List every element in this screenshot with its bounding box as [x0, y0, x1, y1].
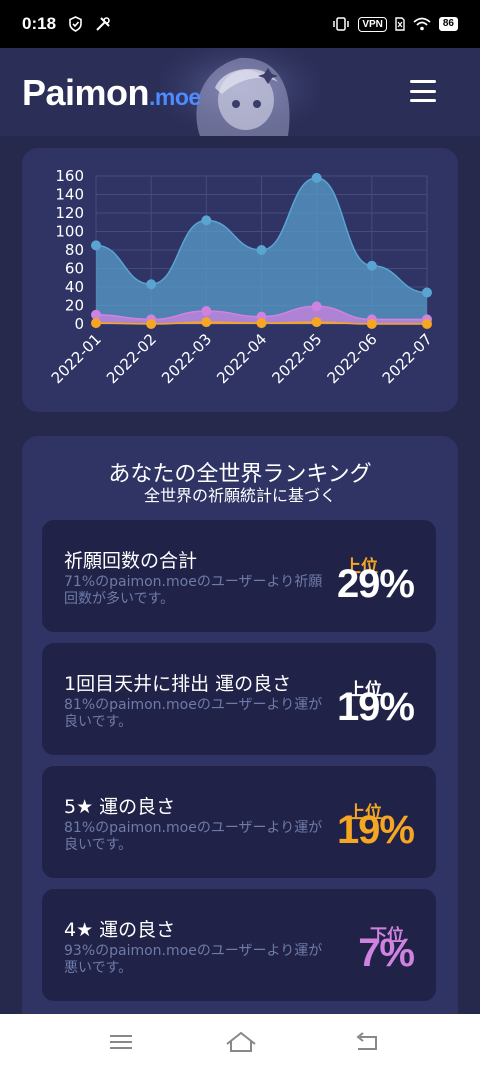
tools-icon [95, 16, 111, 32]
rank-item-label: 4★ 運の良さ [64, 919, 176, 941]
hamburger-menu-icon[interactable] [410, 80, 436, 102]
data-point [146, 319, 157, 329]
x-tick-label: 2022-04 [213, 330, 270, 387]
data-point [91, 318, 101, 329]
battery-icon: 86 [438, 17, 458, 31]
rank-item-percent: 19% [336, 808, 415, 852]
sim-icon [395, 17, 405, 31]
rank-item-desc: 71%のpaimon.moeのユーザーより祈願回数が多いです。 [64, 574, 323, 607]
data-point [311, 301, 322, 312]
rank-item-percent: 19% [336, 685, 415, 729]
shield-check-icon [68, 16, 83, 32]
rank-item-desc: 81%のpaimon.moeのユーザーより運が良いです。 [64, 697, 323, 730]
x-tick-label: 2022-02 [103, 330, 160, 387]
y-tick-label: 20 [65, 297, 84, 315]
rank-item-label: 5★ 運の良さ [64, 796, 176, 818]
ranking-subtitle: 全世界の祈願統計に基づく [143, 486, 336, 505]
logo-main: Paimon [22, 72, 150, 113]
app-header: Paimon.moe [0, 48, 480, 136]
data-point [201, 306, 212, 317]
data-point [422, 319, 432, 329]
vibrate-icon [332, 17, 350, 31]
rank-item-percent: 7% [358, 931, 415, 975]
chart-svg: 0204060801001201401602022-012022-022022-… [48, 167, 436, 387]
y-tick-label: 60 [65, 260, 84, 278]
data-point [422, 287, 432, 298]
logo-suffix: .moe [149, 84, 201, 110]
back-icon[interactable] [352, 1028, 382, 1056]
y-tick-label: 100 [55, 223, 84, 241]
app-logo[interactable]: Paimon.moe [22, 72, 201, 114]
rank-item-total-wishes: 祈願回数の合計 71%のpaimon.moeのユーザーより祈願回数が多いです。 … [42, 520, 436, 632]
y-tick-label: 80 [65, 241, 84, 259]
data-point [201, 215, 212, 226]
rank-item-label: 祈願回数の合計 [64, 550, 198, 572]
x-tick-label: 2022-03 [158, 330, 215, 387]
wifi-icon [413, 17, 431, 31]
data-point [256, 318, 267, 329]
ranking-card: あなたの全世界ランキング 全世界の祈願統計に基づく 祈願回数の合計 71%のpa… [22, 436, 458, 1036]
x-tick-label: 2022-01 [48, 330, 105, 387]
y-tick-label: 140 [55, 186, 84, 204]
recent-apps-icon[interactable] [106, 1028, 136, 1056]
rank-item-4star-luck: 4★ 運の良さ 93%のpaimon.moeのユーザーより運が悪いです。 下位 … [42, 889, 436, 1001]
data-point [256, 245, 267, 255]
data-point [366, 319, 377, 329]
rank-item-percent: 29% [336, 562, 415, 606]
y-tick-label: 160 [55, 167, 84, 185]
data-point [366, 260, 377, 271]
rank-item-desc: 93%のpaimon.moeのユーザーより運が悪いです。 [64, 943, 323, 976]
status-time: 0:18 [22, 14, 57, 33]
home-icon[interactable] [224, 1028, 258, 1056]
data-point [201, 317, 212, 328]
data-point [311, 172, 322, 183]
data-point [91, 309, 101, 320]
data-point [311, 317, 322, 328]
data-point [146, 279, 157, 290]
data-point [91, 240, 101, 251]
y-tick-label: 0 [74, 315, 84, 333]
y-tick-label: 120 [55, 204, 84, 222]
x-tick-label: 2022-05 [268, 330, 325, 387]
rank-item-5star-luck: 5★ 運の良さ 81%のpaimon.moeのユーザーより運が良いです。 上位 … [42, 766, 436, 878]
wish-history-chart: 0 20 40 60 80 100 120 140 160 2022-01 2022-02 2022-… [22, 148, 458, 412]
status-bar: 0:18 VPN 86 [0, 0, 480, 48]
y-tick-label: 40 [65, 278, 84, 296]
rank-item-label: 1回目天井に排出 運の良さ [64, 673, 292, 695]
system-nav-bar [0, 1014, 480, 1070]
rank-item-first-pity-luck: 1回目天井に排出 運の良さ 81%のpaimon.moeのユーザーより運が良いで… [42, 643, 436, 755]
rank-item-desc: 81%のpaimon.moeのユーザーより運が良いです。 [64, 820, 323, 853]
x-tick-label: 2022-07 [379, 330, 436, 387]
x-tick-label: 2022-06 [324, 330, 381, 387]
vpn-icon: VPN [358, 16, 387, 32]
